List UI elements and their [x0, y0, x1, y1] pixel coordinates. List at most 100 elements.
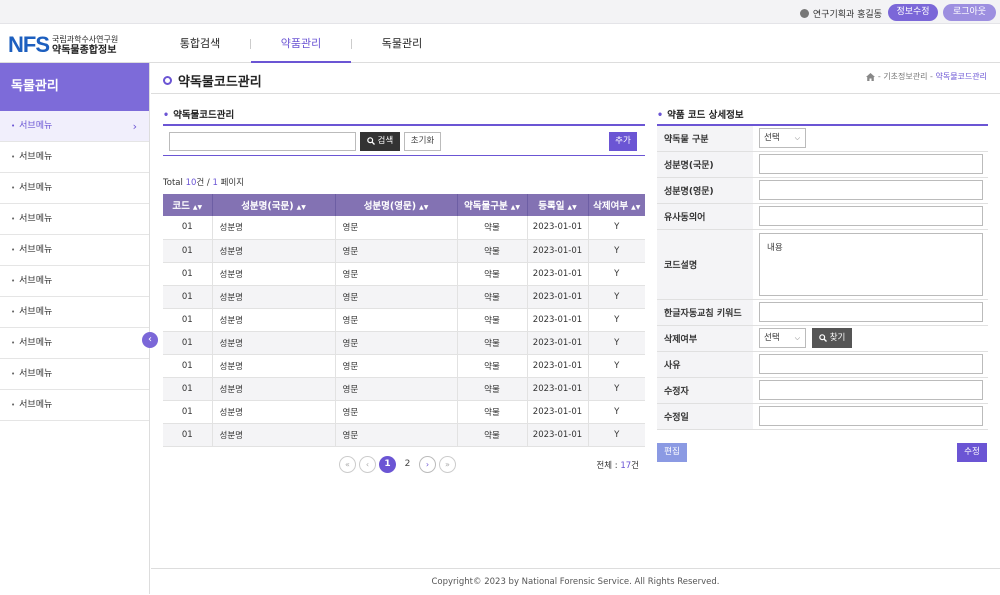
cell-type: 약물 — [457, 239, 528, 263]
cell-date: 2023-01-01 — [527, 285, 589, 309]
field-label: 삭제여부 — [657, 325, 753, 352]
form-row: 유사동의어 — [657, 203, 988, 230]
logo[interactable]: NFS 국립과학수사연구원 약독물종합정보 — [8, 32, 118, 58]
sidebar-item-label: 서브메뉴 — [19, 276, 53, 286]
col-header-eng[interactable]: 성분명(영문) ▲▼ — [335, 194, 458, 216]
cell-eng-name: 영문 — [335, 308, 458, 332]
header: NFS 국립과학수사연구원 약독물종합정보 통합검색 약품관리 독물관리 — [0, 24, 1000, 63]
keyword-field[interactable] — [759, 302, 983, 322]
reason-field[interactable] — [759, 354, 983, 374]
type-select[interactable]: 선택 ⌵ — [759, 128, 806, 149]
table-row[interactable]: 01 성분명 영문 약물 2023-01-01 Y — [163, 308, 645, 332]
find-button[interactable]: 찾기 — [812, 328, 853, 348]
cell-kor-name: 성분명 — [212, 216, 336, 240]
reset-button[interactable]: 초기화 — [404, 132, 441, 151]
col-header-date[interactable]: 등록일 ▲▼ — [527, 194, 589, 216]
search-button[interactable]: 검색 — [360, 132, 400, 151]
sidebar-item[interactable]: 서브메뉴 — [0, 142, 149, 173]
sidebar-item[interactable]: 서브메뉴 — [0, 390, 149, 421]
cell-code: 01 — [163, 354, 213, 378]
sidebar-item[interactable]: 서브메뉴 › — [0, 111, 149, 142]
table-row[interactable]: 01 성분명 영문 약물 2023-01-01 Y — [163, 377, 645, 401]
gnb-integrated-search[interactable]: 통합검색 — [150, 24, 250, 63]
sidebar-item[interactable]: 서브메뉴 — [0, 204, 149, 235]
col-header-deleted[interactable]: 삭제여부 ▲▼ — [588, 194, 645, 216]
total-suffix: 페이지 — [217, 178, 245, 188]
user-info: 연구기획과 홍길동 — [799, 7, 882, 20]
logout-button[interactable]: 로그아웃 — [943, 4, 996, 21]
total-summary: Total 10건 / 1 페이지 — [163, 176, 244, 188]
breadcrumb-path[interactable]: - 기초정보관리 - — [878, 72, 933, 81]
modifier-field[interactable] — [759, 380, 983, 400]
kor-name-field[interactable] — [759, 154, 983, 174]
home-icon[interactable] — [866, 72, 876, 81]
table-row[interactable]: 01 성분명 영문 약물 2023-01-01 Y — [163, 423, 645, 447]
edit-button[interactable]: 편집 — [657, 443, 687, 462]
col-header-label: 약독물구분 — [464, 201, 508, 212]
sidebar-item[interactable]: 서브메뉴 — [0, 235, 149, 266]
cell-deleted: Y — [588, 216, 645, 240]
delete-select[interactable]: 선택 ⌵ — [759, 328, 806, 348]
cell-kor-name: 성분명 — [212, 423, 336, 447]
prev-page-button[interactable]: ‹ — [359, 456, 376, 473]
logo-org-line1: 국립과학수사연구원 — [52, 35, 119, 44]
pagination: « ‹ 1 2 › » — [339, 456, 456, 473]
sidebar-item[interactable]: 서브메뉴 — [0, 266, 149, 297]
table-header-row: 코드 ▲▼ 성분명(국문) ▲▼ 성분명(영문) ▲▼ 약독물구분 ▲▼ 등록일 ▲▼ 삭… — [163, 194, 645, 216]
field-label: 수정일 — [657, 403, 753, 430]
cell-kor-name: 성분명 — [212, 331, 336, 355]
col-header-code[interactable]: 코드 ▲▼ — [163, 194, 213, 216]
chevron-right-icon: › — [132, 120, 137, 133]
col-header-type[interactable]: 약독물구분 ▲▼ — [457, 194, 528, 216]
sidebar-item-label: 서브메뉴 — [19, 307, 53, 317]
detail-form: 약독물 구분 선택 ⌵ 성분명(국문) 성분명(영문) 유사동의어 코드설명 내용… — [657, 124, 988, 430]
page-number[interactable]: 2 — [399, 456, 416, 473]
form-row: 약독물 구분 선택 ⌵ — [657, 125, 988, 152]
cell-type: 약물 — [457, 354, 528, 378]
eng-name-field[interactable] — [759, 180, 983, 200]
code-description-textarea[interactable]: 내용 — [759, 232, 983, 296]
sidebar-item[interactable]: 서브메뉴 — [0, 359, 149, 390]
next-page-button[interactable]: › — [419, 456, 436, 473]
cell-date: 2023-01-01 — [527, 216, 589, 240]
detail-section-title: 약품 코드 상세정보 — [657, 107, 744, 121]
cell-code: 01 — [163, 216, 213, 240]
table-row[interactable]: 01 성분명 영문 약물 2023-01-01 Y — [163, 331, 645, 355]
modified-date-field[interactable] — [759, 406, 983, 426]
sidebar-item[interactable]: 서브메뉴 — [0, 173, 149, 204]
sidebar-item-label: 서브메뉴 — [19, 214, 53, 224]
gnb-drug-management[interactable]: 약품관리 — [251, 24, 351, 63]
table-row[interactable]: 01 성분명 영문 약물 2023-01-01 Y — [163, 285, 645, 309]
total-prefix: Total — [163, 178, 186, 188]
page-number[interactable]: 1 — [379, 456, 396, 473]
table-row[interactable]: 01 성분명 영문 약물 2023-01-01 Y — [163, 262, 645, 286]
form-row: 수정자 — [657, 377, 988, 404]
col-header-kor[interactable]: 성분명(국문) ▲▼ — [212, 194, 336, 216]
all-count-prefix: 전체 : — [596, 461, 621, 471]
form-row: 코드설명 내용 — [657, 229, 988, 300]
search-box: 검색 초기화 추가 — [163, 124, 645, 156]
cell-code: 01 — [163, 377, 213, 401]
table-row[interactable]: 01 성분명 영문 약물 2023-01-01 Y — [163, 239, 645, 263]
cell-date: 2023-01-01 — [527, 308, 589, 332]
logo-org-line2: 약독물종합정보 — [52, 45, 117, 56]
field-label: 코드설명 — [657, 229, 753, 300]
gnb-poison-management[interactable]: 독물관리 — [352, 24, 452, 63]
table-row[interactable]: 01 성분명 영문 약물 2023-01-01 Y — [163, 354, 645, 378]
sidebar-item-label: 서브메뉴 — [19, 121, 53, 131]
sidebar-item-label: 서브메뉴 — [19, 338, 53, 348]
cell-eng-name: 영문 — [335, 262, 458, 286]
last-page-button[interactable]: » — [439, 456, 456, 473]
table-row[interactable]: 01 성분명 영문 약물 2023-01-01 Y — [163, 216, 645, 240]
sidebar-item[interactable]: 서브메뉴 — [0, 328, 149, 359]
cell-kor-name: 성분명 — [212, 239, 336, 263]
sidebar-item[interactable]: 서브메뉴 — [0, 297, 149, 328]
cell-date: 2023-01-01 — [527, 239, 589, 263]
profile-edit-button[interactable]: 정보수정 — [888, 4, 938, 21]
first-page-button[interactable]: « — [339, 456, 356, 473]
synonym-field[interactable] — [759, 206, 983, 226]
add-button[interactable]: 추가 — [609, 132, 637, 151]
table-row[interactable]: 01 성분명 영문 약물 2023-01-01 Y — [163, 400, 645, 424]
modify-button[interactable]: 수정 — [957, 443, 987, 462]
search-input[interactable] — [169, 132, 356, 151]
